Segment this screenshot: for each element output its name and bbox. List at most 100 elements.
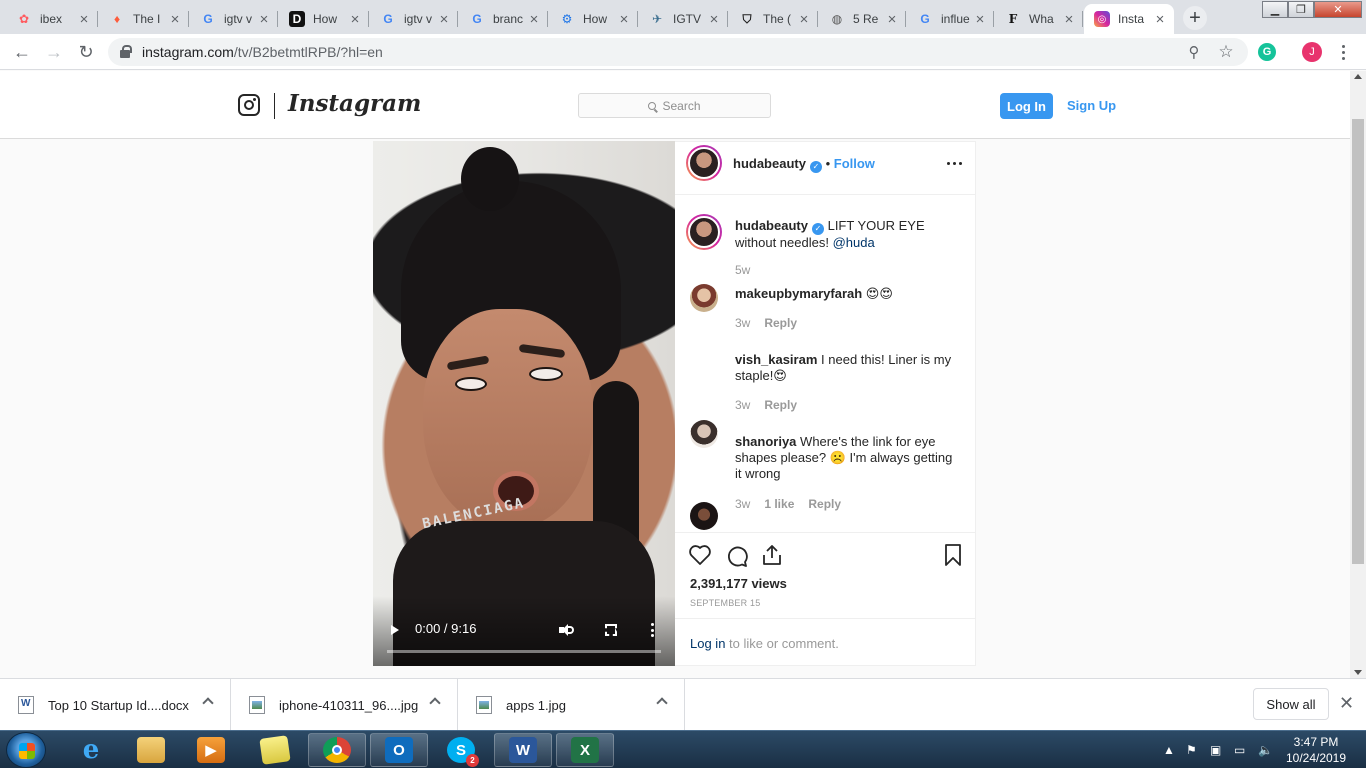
comment-avatar[interactable] [690,284,718,312]
chevron-up-icon[interactable] [429,697,441,709]
network-icon[interactable]: ▭ [1234,731,1245,768]
forward-button[interactable]: → [42,40,66,64]
zoom-icon[interactable]: ⚲ [1184,42,1204,62]
action-center-flag-icon[interactable]: ⚑ [1186,731,1197,768]
profile-avatar[interactable]: J [1302,42,1322,62]
browser-tab[interactable]: ✈ IGTV × [639,4,728,34]
download-item[interactable]: Top 10 Startup Id....docx [0,679,231,731]
comment-username[interactable]: shanoriya [735,434,796,449]
close-tab-icon[interactable]: × [796,11,812,28]
device-icon[interactable]: ▣ [1210,731,1221,768]
volume-tray-icon[interactable]: 🔈 [1258,731,1273,768]
view-count[interactable]: 2,391,177 views [690,576,787,591]
browser-tab[interactable]: G igtv v × [190,4,278,34]
browser-tab[interactable]: ⛉ The ( × [729,4,818,34]
browser-tab[interactable]: ◍ 5 Re × [819,4,906,34]
scroll-up-arrow-icon[interactable] [1354,74,1362,79]
close-tab-icon[interactable]: × [706,11,722,28]
media-player-icon[interactable]: ▶ [182,733,240,767]
scrollbar-thumb[interactable] [1352,119,1364,564]
system-clock[interactable]: 3:47 PM 10/24/2019 [1284,734,1348,766]
close-download-bar-icon[interactable]: ✕ [1339,693,1354,714]
browser-tab[interactable]: D How × [279,4,369,34]
file-explorer-icon[interactable] [122,733,180,767]
reply-button[interactable]: Reply [808,497,841,511]
chevron-up-icon[interactable] [202,697,214,709]
chrome-taskbar-icon[interactable] [308,733,366,767]
volume-icon[interactable] [559,623,574,637]
comment-likes[interactable]: 1 like [764,497,794,511]
instagram-logo-icon[interactable] [238,94,260,116]
comment-avatar[interactable] [690,502,718,530]
browser-tab[interactable]: G igtv v × [370,4,458,34]
owner-username[interactable]: hudabeauty [733,156,806,171]
show-all-downloads-button[interactable]: Show all [1253,688,1329,720]
close-tab-icon[interactable]: × [256,11,272,28]
more-options-icon[interactable] [947,162,962,165]
internet-explorer-icon[interactable]: e [62,733,120,767]
login-link[interactable]: Log in [690,636,725,651]
browser-tab[interactable]: ♦ The I × [99,4,189,34]
excel-icon[interactable]: X [556,733,614,767]
video-player[interactable]: BALENCIAGA 0:00 / 9:16 [373,141,675,666]
fullscreen-icon[interactable] [605,624,617,636]
close-tab-icon[interactable]: × [1152,11,1168,28]
comment-avatar[interactable] [690,420,718,448]
save-bookmark-icon[interactable] [943,543,963,567]
download-item[interactable]: apps 1.jpg [458,679,685,731]
browser-tab[interactable]: ✿ ibex × [6,4,98,34]
browser-tab-active[interactable]: ◎ Insta × [1084,4,1174,34]
close-tab-icon[interactable]: × [436,11,452,28]
minimize-button[interactable]: ▁ [1262,1,1288,18]
search-input[interactable]: Search [578,93,771,118]
close-tab-icon[interactable]: × [167,11,183,28]
instagram-wordmark[interactable]: Instagram [288,90,421,117]
browser-tab[interactable]: F Wha × [995,4,1083,34]
close-tab-icon[interactable]: × [616,11,632,28]
comment-username[interactable]: vish_kasiram [735,352,817,367]
close-tab-icon[interactable]: × [972,11,988,28]
download-item[interactable]: iphone-410311_96....jpg [231,679,458,731]
signup-link[interactable]: Sign Up [1067,98,1116,113]
close-tab-icon[interactable]: × [884,11,900,28]
start-button[interactable] [6,732,46,768]
back-button[interactable]: ← [10,40,34,64]
reply-button[interactable]: Reply [764,398,797,412]
outlook-icon[interactable]: O [370,733,428,767]
login-button[interactable]: Log In [1000,93,1053,119]
browser-tab[interactable]: G influe × [907,4,994,34]
comment-bubble-icon[interactable] [725,544,749,568]
caption-avatar[interactable] [686,214,722,250]
like-heart-icon[interactable] [688,544,712,566]
close-tab-icon[interactable]: × [1061,11,1077,28]
browser-tab[interactable]: ⚙ How × [549,4,638,34]
sticky-notes-icon[interactable] [246,733,304,767]
video-progress-track[interactable] [387,650,661,653]
share-icon[interactable] [761,543,783,567]
caption-username[interactable]: hudabeauty [735,218,808,233]
skype-icon[interactable]: S2 [432,733,490,767]
close-tab-icon[interactable]: × [526,11,542,28]
bookmark-star-icon[interactable]: ☆ [1216,42,1236,62]
video-more-icon[interactable] [651,623,655,637]
browser-tab[interactable]: G branc × [459,4,548,34]
follow-button[interactable]: Follow [834,156,875,171]
maximize-button[interactable]: ❐ [1288,1,1314,18]
chrome-menu-icon[interactable] [1336,42,1350,62]
play-icon[interactable] [391,625,399,635]
new-tab-button[interactable]: + [1183,6,1207,30]
page-scrollbar[interactable] [1350,71,1366,678]
close-window-button[interactable]: ✕ [1314,1,1362,18]
close-tab-icon[interactable]: × [347,11,363,28]
owner-avatar[interactable] [686,145,722,181]
word-icon[interactable]: W [494,733,552,767]
scroll-down-arrow-icon[interactable] [1354,670,1362,675]
caption-mention-link[interactable]: @huda [833,235,875,250]
show-hidden-icons-icon[interactable]: ▲ [1163,731,1175,768]
grammarly-extension-icon[interactable]: G [1258,43,1276,61]
address-bar[interactable]: instagram.com/tv/B2betmtlRPB/?hl=en ⚲ ☆ [108,38,1248,66]
reload-button[interactable]: ↻ [74,40,98,64]
reply-button[interactable]: Reply [764,316,797,330]
chevron-up-icon[interactable] [656,697,668,709]
comment-username[interactable]: makeupbymaryfarah [735,286,862,301]
